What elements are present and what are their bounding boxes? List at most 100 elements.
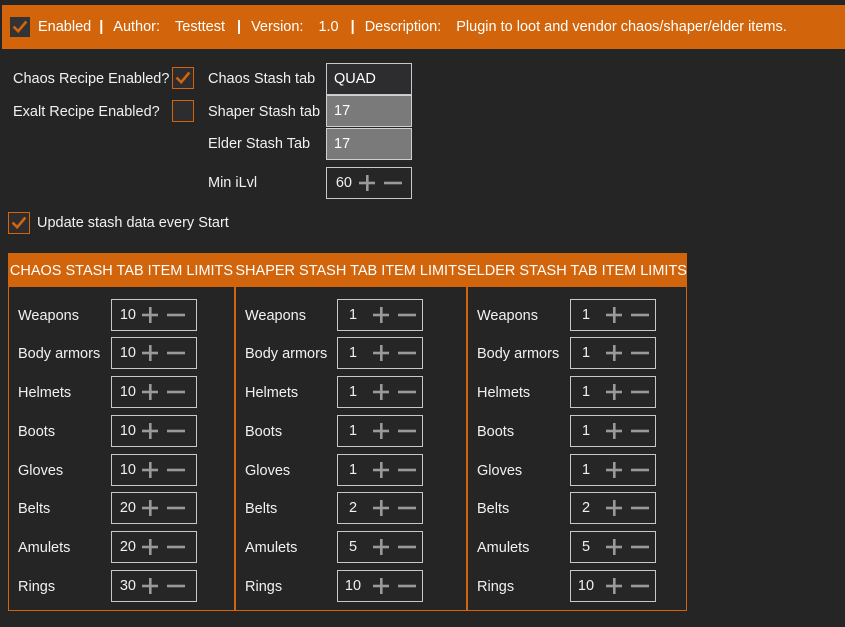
increment-button[interactable] <box>137 571 163 601</box>
decrement-button[interactable] <box>394 571 420 601</box>
decrement-button[interactable] <box>163 338 189 368</box>
limit-value: 1 <box>348 307 358 323</box>
decrement-button[interactable] <box>394 377 420 407</box>
increment-button[interactable] <box>137 338 163 368</box>
decrement-button[interactable] <box>163 377 189 407</box>
increment-button[interactable] <box>601 532 627 562</box>
increment-button[interactable] <box>601 338 627 368</box>
decrement-button[interactable] <box>627 455 653 485</box>
limit-stepper[interactable]: 10 <box>337 570 423 602</box>
limit-value: 1 <box>348 462 358 478</box>
limit-value: 10 <box>119 423 136 439</box>
decrement-button[interactable] <box>627 416 653 446</box>
limit-label: Amulets <box>245 540 298 556</box>
limit-stepper[interactable]: 1 <box>337 376 423 408</box>
elder-stash-tab-input[interactable]: 17 <box>326 128 412 160</box>
limit-stepper[interactable]: 5 <box>570 531 656 563</box>
decrement-button[interactable] <box>163 416 189 446</box>
limit-stepper[interactable]: 10 <box>111 337 197 369</box>
plus-icon <box>605 577 623 595</box>
increment-button[interactable] <box>137 416 163 446</box>
increment-button[interactable] <box>368 416 394 446</box>
decrement-button[interactable] <box>163 300 189 330</box>
plus-icon <box>605 422 623 440</box>
decrement-button[interactable] <box>627 300 653 330</box>
decrement-button[interactable] <box>627 532 653 562</box>
decrement-button[interactable] <box>163 532 189 562</box>
decrement-button[interactable] <box>627 571 653 601</box>
decrement-button[interactable] <box>163 571 189 601</box>
increment-button[interactable] <box>368 493 394 523</box>
increment-button[interactable] <box>368 571 394 601</box>
decrement-button[interactable] <box>627 377 653 407</box>
decrement-button[interactable] <box>380 168 406 198</box>
exalt-recipe-checkbox[interactable] <box>172 100 194 122</box>
limit-stepper[interactable]: 1 <box>570 376 656 408</box>
limit-label: Belts <box>477 501 510 517</box>
enabled-checkbox[interactable] <box>10 17 30 37</box>
decrement-button[interactable] <box>627 493 653 523</box>
decrement-button[interactable] <box>163 455 189 485</box>
increment-button[interactable] <box>354 168 380 198</box>
plus-icon <box>372 577 390 595</box>
increment-button[interactable] <box>601 455 627 485</box>
limit-stepper[interactable]: 1 <box>570 299 656 331</box>
limit-stepper[interactable]: 1 <box>337 415 423 447</box>
increment-button[interactable] <box>368 455 394 485</box>
limit-stepper[interactable]: 10 <box>111 454 197 486</box>
limit-row-belts: Belts 2 <box>468 492 686 531</box>
limit-stepper[interactable]: 1 <box>570 337 656 369</box>
decrement-button[interactable] <box>627 338 653 368</box>
limit-stepper[interactable]: 30 <box>111 570 197 602</box>
limit-stepper[interactable]: 10 <box>111 376 197 408</box>
chaos-stash-tab-input[interactable]: QUAD <box>326 63 412 95</box>
limit-row-body-armors: Body armors 1 <box>236 337 466 376</box>
limit-stepper[interactable]: 2 <box>570 492 656 524</box>
limit-stepper[interactable]: 2 <box>337 492 423 524</box>
increment-button[interactable] <box>137 532 163 562</box>
increment-button[interactable] <box>368 377 394 407</box>
decrement-button[interactable] <box>394 338 420 368</box>
chaos-recipe-checkbox[interactable] <box>172 67 194 89</box>
shaper-stash-tab-input[interactable]: 17 <box>326 95 412 127</box>
increment-button[interactable] <box>368 338 394 368</box>
limit-stepper[interactable]: 1 <box>337 337 423 369</box>
increment-button[interactable] <box>137 377 163 407</box>
limit-stepper[interactable]: 20 <box>111 492 197 524</box>
plus-icon <box>141 538 159 556</box>
limit-stepper[interactable]: 5 <box>337 531 423 563</box>
shaper-stash-tab-label: Shaper Stash tab <box>208 104 321 120</box>
header-separator: | <box>237 19 242 35</box>
increment-button[interactable] <box>601 377 627 407</box>
min-ilvl-stepper[interactable]: 60 <box>326 167 412 199</box>
increment-button[interactable] <box>137 300 163 330</box>
increment-button[interactable] <box>601 493 627 523</box>
header-separator: | <box>99 19 104 35</box>
increment-button[interactable] <box>601 300 627 330</box>
update-stash-checkbox[interactable] <box>8 212 30 234</box>
increment-button[interactable] <box>601 416 627 446</box>
limit-stepper[interactable]: 10 <box>570 570 656 602</box>
limit-stepper[interactable]: 20 <box>111 531 197 563</box>
limit-stepper[interactable]: 10 <box>111 299 197 331</box>
limit-stepper[interactable]: 1 <box>570 415 656 447</box>
decrement-button[interactable] <box>394 455 420 485</box>
header-separator: | <box>350 19 355 35</box>
decrement-button[interactable] <box>394 532 420 562</box>
increment-button[interactable] <box>368 532 394 562</box>
increment-button[interactable] <box>368 300 394 330</box>
decrement-button[interactable] <box>394 416 420 446</box>
limit-stepper[interactable]: 1 <box>570 454 656 486</box>
limit-stepper[interactable]: 10 <box>111 415 197 447</box>
decrement-button[interactable] <box>163 493 189 523</box>
plus-icon <box>141 306 159 324</box>
increment-button[interactable] <box>137 455 163 485</box>
increment-button[interactable] <box>601 571 627 601</box>
decrement-button[interactable] <box>394 493 420 523</box>
increment-button[interactable] <box>137 493 163 523</box>
decrement-button[interactable] <box>394 300 420 330</box>
limit-stepper[interactable]: 1 <box>337 299 423 331</box>
plus-icon <box>372 461 390 479</box>
limit-stepper[interactable]: 1 <box>337 454 423 486</box>
plus-icon <box>141 344 159 362</box>
